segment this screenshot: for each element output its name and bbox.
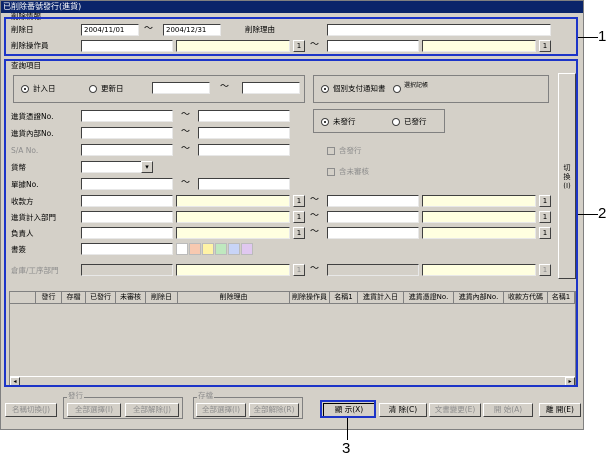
callout-line-2: [578, 214, 598, 215]
callout-line-3: [347, 418, 348, 440]
archive-clear-all-button[interactable]: 全部解除(R): [249, 403, 299, 417]
highlight-box-2: [4, 59, 578, 387]
archive-footer-label: 存檔: [197, 391, 214, 401]
highlight-box-3: [320, 400, 376, 418]
callout-line-1: [578, 37, 598, 38]
start-button[interactable]: 開 始(A): [483, 403, 533, 417]
window-title: 已削除番號發行(進貨): [1, 1, 583, 13]
callout-number-1: 1: [598, 28, 607, 45]
doc-change-button[interactable]: 文書變更(E): [429, 403, 481, 417]
highlight-box-1: [4, 17, 578, 56]
close-button[interactable]: 離 開(E): [539, 403, 581, 417]
callout-number-3: 3: [342, 440, 351, 457]
callout-number-2: 2: [598, 205, 607, 222]
issue-select-all-button[interactable]: 全部選擇(I): [67, 403, 121, 417]
clear-button[interactable]: 清 除(C): [379, 403, 427, 417]
name-switch-button[interactable]: 名稱切換(J): [5, 403, 57, 417]
issue-clear-all-button[interactable]: 全部解除(J): [125, 403, 179, 417]
archive-select-all-button[interactable]: 全部選擇(I): [196, 403, 246, 417]
issue-footer-label: 發行: [67, 391, 84, 401]
